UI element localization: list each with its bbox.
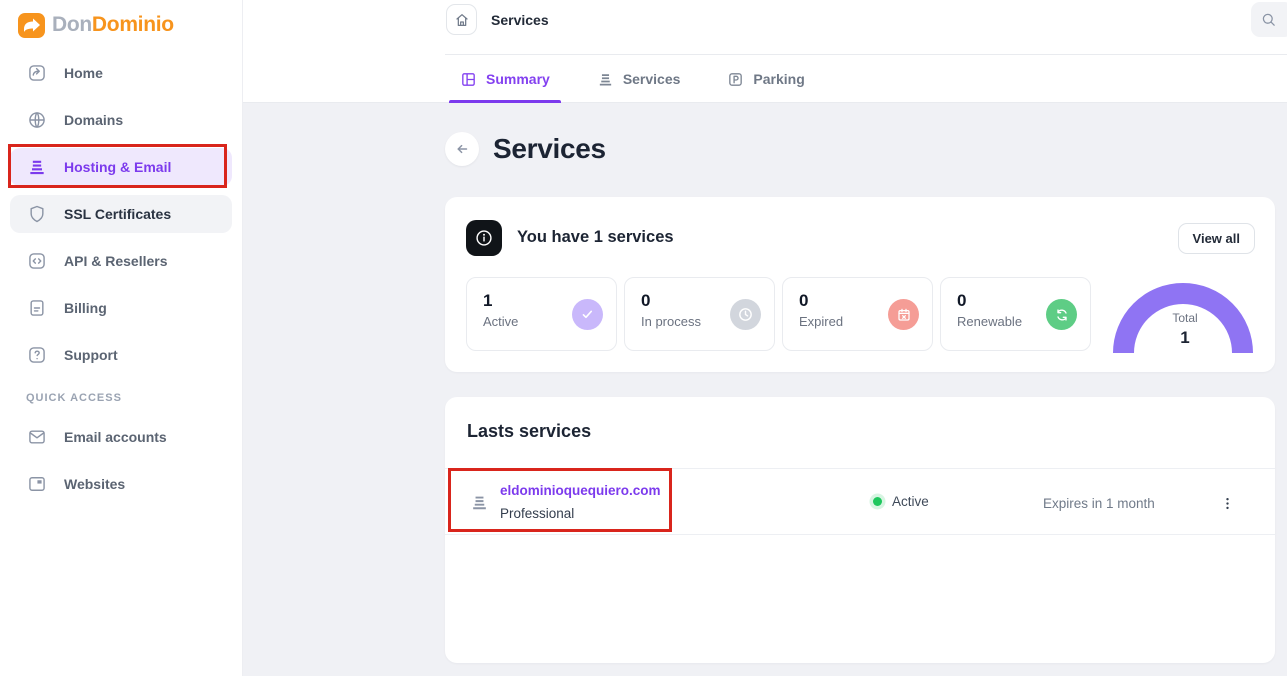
breadcrumb: Services [491,12,549,28]
dondominio-logo-icon [18,13,45,38]
browser-icon [27,474,47,494]
topbar: Services [243,0,1287,54]
hosting-stack-icon [470,493,489,512]
sidebar-item-home[interactable]: Home [10,54,232,92]
header: Services Summary Services [243,0,1287,103]
calendar-x-icon [888,299,919,330]
hosting-stack-icon [27,157,47,177]
tab-parking[interactable]: Parking [722,55,809,103]
brand-name: DonDominio [52,13,174,37]
question-icon [27,345,47,365]
service-status: Active [873,494,929,509]
service-row[interactable]: eldominioquequiero.com Professional Acti… [445,468,1275,535]
status-dot [873,497,882,506]
sidebar-item-label: SSL Certificates [64,206,171,222]
clock-icon [730,299,761,330]
tab-label: Services [623,71,681,87]
sidebar-item-label: Domains [64,112,123,128]
service-expiry: Expires in 1 month [1043,496,1155,511]
sidebar-item-support[interactable]: Support [10,336,232,374]
tab-label: Summary [486,71,550,87]
search-icon [1260,11,1277,28]
service-plan: Professional [500,506,574,521]
main-area: Services Summary Services [243,0,1287,676]
sidebar: DonDominio Home Domains Hosting & Email … [0,0,243,676]
arrow-left-icon [453,140,471,158]
status-label: Active [892,494,929,509]
lasts-services-title: Lasts services [467,421,591,442]
tabbar: Summary Services Parking [455,55,810,103]
sidebar-item-billing[interactable]: Billing [10,289,232,327]
sidebar-nav: Home Domains Hosting & Email SSL Certifi… [0,42,242,503]
sidebar-item-label: Home [64,65,103,81]
stat-card-expired: 0 Expired [782,277,933,351]
service-domain-link[interactable]: eldominioquequiero.com [500,483,661,498]
stat-card-in-process: 0 In process [624,277,775,351]
brand-logo[interactable]: DonDominio [0,0,242,42]
stat-card-renewable: 0 Renewable [940,277,1091,351]
tab-label: Parking [753,71,804,87]
globe-icon [27,110,47,130]
sidebar-item-websites[interactable]: Websites [10,465,232,503]
gauge-value: 1 [1105,328,1265,348]
sidebar-item-hosting-email[interactable]: Hosting & Email [10,148,232,186]
home-forward-icon [27,63,47,83]
stats-row: 1 Active 0 In process 0 Expired [466,277,1091,351]
info-icon [466,220,502,256]
house-icon [454,12,470,28]
gauge-label: Total [1105,311,1265,325]
sidebar-item-ssl-certificates[interactable]: SSL Certificates [10,195,232,233]
summary-title: You have 1 services [517,228,674,247]
back-button[interactable] [445,132,479,166]
sidebar-item-label: Hosting & Email [64,159,171,175]
page-head: Services [445,132,606,166]
shield-icon [27,204,47,224]
layout-icon [460,71,477,88]
envelope-icon [27,427,47,447]
stat-card-active: 1 Active [466,277,617,351]
document-icon [27,298,47,318]
sidebar-item-label: Billing [64,300,107,316]
summary-card: You have 1 services View all 1 Active 0 … [445,197,1275,372]
sidebar-item-api-resellers[interactable]: API & Resellers [10,242,232,280]
sidebar-item-email-accounts[interactable]: Email accounts [10,418,232,456]
tab-services[interactable]: Services [592,55,686,103]
parking-icon [727,71,744,88]
content: Services You have 1 services View all 1 … [243,103,1287,676]
sidebar-item-label: Support [64,347,118,363]
search-button[interactable] [1251,2,1287,37]
sidebar-item-label: Email accounts [64,429,167,445]
refresh-icon [1046,299,1077,330]
lasts-services-card: Lasts services eldominioquequiero.com Pr… [445,397,1275,663]
page-title: Services [493,133,606,165]
total-gauge: Total 1 [1105,205,1265,365]
sidebar-item-label: API & Resellers [64,253,168,269]
check-icon [572,299,603,330]
tab-summary[interactable]: Summary [455,55,555,103]
sidebar-item-label: Websites [64,476,125,492]
sidebar-item-domains[interactable]: Domains [10,101,232,139]
home-button[interactable] [446,4,477,35]
kebab-menu-button[interactable] [1216,491,1239,516]
code-icon [27,251,47,271]
hosting-stack-icon [597,71,614,88]
quick-access-label: QUICK ACCESS [26,392,232,404]
